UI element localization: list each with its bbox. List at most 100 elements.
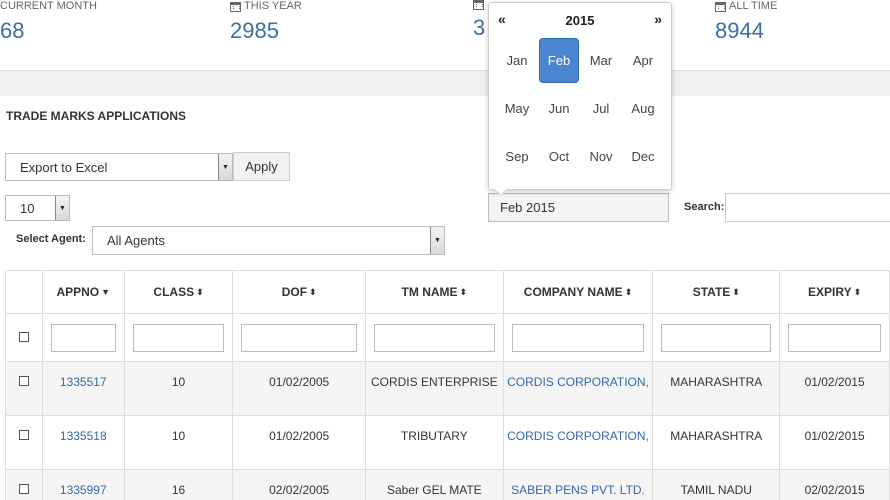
- select-all-cell: [5, 313, 43, 362]
- month-nov-button[interactable]: Nov: [581, 134, 621, 179]
- stat-value: 68: [0, 18, 25, 43]
- state-cell: TAMIL NADU: [652, 469, 781, 500]
- month-feb-button[interactable]: Feb: [539, 38, 579, 83]
- column-header-select: [5, 270, 43, 314]
- filter-appno-input[interactable]: [50, 323, 116, 352]
- month-picker-header: « 2015 »: [489, 11, 671, 29]
- class-cell: 10: [123, 361, 234, 416]
- page-size-select[interactable]: 10 ▼: [5, 195, 70, 221]
- filter-row: [5, 313, 890, 362]
- appno-link[interactable]: 1335997: [60, 483, 107, 497]
- month-jun-button[interactable]: Jun: [539, 86, 579, 131]
- sort-icon: ⬍: [309, 287, 317, 297]
- row-checkbox[interactable]: [18, 484, 29, 494]
- class-cell: 16: [123, 469, 234, 500]
- expiry-cell: 01/02/2015: [779, 361, 890, 416]
- company-link[interactable]: CORDIS CORPORATION,: [507, 429, 649, 443]
- search-label: Search:: [684, 201, 725, 213]
- applications-table: APPNO ▼ CLASS ⬍ DOF ⬍ TM NAME ⬍ COMPANY NAME…: [5, 270, 890, 500]
- appno-link[interactable]: 1335518: [60, 429, 107, 443]
- filter-class-input[interactable]: [132, 323, 225, 352]
- chevron-down-icon: ▼: [55, 196, 69, 220]
- calendar-icon: [473, 0, 484, 10]
- month-sep-button[interactable]: Sep: [497, 134, 537, 179]
- tm-name-cell: TRIBUTARY: [364, 415, 504, 470]
- sort-desc-icon: ▼: [101, 287, 111, 297]
- row-checkbox[interactable]: [18, 376, 29, 386]
- class-cell: 10: [123, 415, 234, 470]
- column-header-state[interactable]: STATE ⬍: [652, 270, 781, 314]
- month-mar-button[interactable]: Mar: [581, 38, 621, 83]
- appno-link[interactable]: 1335517: [60, 375, 107, 389]
- select-all-checkbox[interactable]: [18, 332, 29, 342]
- expiry-cell: 02/02/2015: [779, 469, 890, 500]
- table-header-row: APPNO ▼ CLASS ⬍ DOF ⬍ TM NAME ⬍ COMPANY NAME…: [5, 270, 890, 314]
- company-link[interactable]: SABER PENS PVT. LTD.: [511, 483, 645, 497]
- state-cell: MAHARASHTRA: [652, 415, 781, 470]
- dof-cell: 01/02/2005: [232, 415, 366, 470]
- sort-icon: ⬍: [732, 287, 740, 297]
- column-header-expiry[interactable]: EXPIRY ⬍: [779, 270, 890, 314]
- month-dec-button[interactable]: Dec: [623, 134, 663, 179]
- table-row: 1335997 16 02/02/2005 Saber GEL MATE SAB…: [5, 469, 890, 500]
- month-apr-button[interactable]: Apr: [623, 38, 663, 83]
- sort-icon: ⬍: [853, 287, 862, 297]
- tm-name-cell: CORDIS ENTERPRISE: [364, 361, 504, 416]
- tm-name-cell: Saber GEL MATE: [364, 469, 504, 500]
- chevron-down-icon: ▼: [218, 154, 232, 180]
- stat-all-time: ALL TIME 8944: [715, 0, 777, 45]
- search-input[interactable]: [725, 193, 890, 222]
- month-may-button[interactable]: May: [497, 86, 537, 131]
- section-title: TRADE MARKS APPLICATIONS: [6, 109, 186, 123]
- month-jan-button[interactable]: Jan: [497, 38, 537, 83]
- month-filter-input[interactable]: Feb 2015: [488, 193, 669, 222]
- section-divider: [0, 70, 890, 96]
- sort-icon: ⬍: [196, 287, 204, 297]
- table-row: 1335517 10 01/02/2005 CORDIS ENTERPRISE …: [5, 361, 890, 416]
- stat-third: 3: [473, 0, 487, 42]
- next-year-button[interactable]: »: [654, 11, 662, 27]
- stat-value: 8944: [715, 18, 764, 43]
- chevron-down-icon: ▼: [430, 227, 444, 254]
- agent-select[interactable]: All Agents ▼: [92, 226, 445, 255]
- agent-value: All Agents: [107, 233, 165, 248]
- stat-label: CURRENT MONTH: [0, 0, 97, 12]
- filter-state-input[interactable]: [661, 323, 772, 352]
- stat-this-year: THIS YEAR 2985: [230, 0, 302, 45]
- month-aug-button[interactable]: Aug: [623, 86, 663, 131]
- sort-icon: ⬍: [624, 287, 633, 297]
- filter-tm-name-input[interactable]: [373, 323, 495, 352]
- filter-dof-input[interactable]: [241, 323, 357, 352]
- column-header-company-name[interactable]: COMPANY NAME ⬍: [502, 270, 654, 314]
- column-header-class[interactable]: CLASS ⬍: [123, 270, 234, 314]
- filter-company-input[interactable]: [511, 323, 645, 352]
- picker-year-label[interactable]: 2015: [489, 13, 671, 28]
- company-link[interactable]: CORDIS CORPORATION,: [507, 375, 649, 389]
- column-header-dof[interactable]: DOF ⬍: [232, 270, 366, 314]
- bulk-action-select[interactable]: Export to Excel ▼: [5, 153, 233, 181]
- page-size-value: 10: [20, 200, 35, 216]
- sort-icon: ⬍: [459, 287, 468, 297]
- column-header-tm-name[interactable]: TM NAME ⬍: [364, 270, 504, 314]
- stat-current-month: CURRENT MONTH 68: [0, 0, 97, 45]
- stat-value: 3: [473, 15, 486, 40]
- stat-label: ALL TIME: [715, 0, 777, 13]
- month-jul-button[interactable]: Jul: [581, 86, 621, 131]
- stat-label: [473, 0, 487, 10]
- stat-label: THIS YEAR: [230, 0, 302, 13]
- picker-caret-inner: [495, 189, 507, 195]
- stat-value: 2985: [230, 18, 279, 43]
- apply-button[interactable]: Apply: [233, 152, 290, 181]
- dof-cell: 02/02/2005: [232, 469, 366, 500]
- agent-label: Select Agent:: [16, 233, 86, 245]
- row-checkbox[interactable]: [18, 430, 29, 440]
- bulk-action-value: Export to Excel: [20, 159, 108, 175]
- month-picker: « 2015 » Jan Feb Mar Apr May Jun Jul Aug Sep Oct N…: [488, 2, 672, 190]
- calendar-icon: [230, 1, 241, 12]
- filter-expiry-input[interactable]: [788, 323, 881, 352]
- month-oct-button[interactable]: Oct: [539, 134, 579, 179]
- table-row: 1335518 10 01/02/2005 TRIBUTARY CORDIS C…: [5, 415, 890, 470]
- calendar-icon: [715, 1, 726, 12]
- column-header-appno[interactable]: APPNO ▼: [41, 270, 125, 314]
- expiry-cell: 01/02/2015: [779, 415, 890, 470]
